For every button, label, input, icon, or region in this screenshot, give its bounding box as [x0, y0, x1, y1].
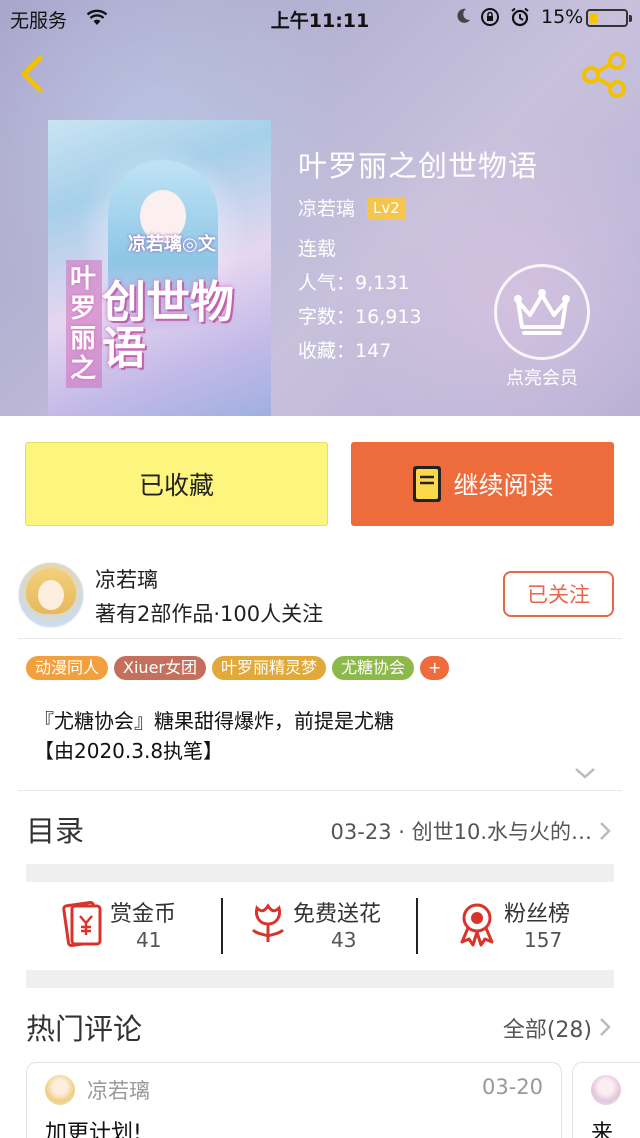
book-cover[interactable]: 凉若璃◎文 叶罗丽之 创世物语 [48, 120, 271, 416]
following-button[interactable]: 已关注 [503, 571, 614, 617]
favorited-button[interactable]: 已收藏 [25, 442, 328, 526]
fan-ranking-count: 157 [524, 928, 563, 952]
table-of-contents-row[interactable]: 目录 03-23 · 创世10.水与火的… [0, 792, 640, 864]
add-tag-button[interactable]: + [420, 656, 450, 680]
fan-ranking-button[interactable]: 粉丝榜 157 [418, 882, 614, 970]
action-bar: 已收藏 继续阅读 [0, 416, 640, 550]
stats-bar: 赏金币 41 免费送花 43 粉丝榜 157 [26, 882, 614, 970]
tag-yeluoli[interactable]: 叶罗丽精灵梦 [212, 656, 327, 680]
popularity-label: 人气： [298, 272, 356, 294]
book-popularity: 人气：9,131 [298, 268, 409, 295]
battery-percent: 15% [541, 6, 584, 28]
comment-date: 03-20 [481, 1075, 543, 1099]
book-author-line: 凉若璃 Lv2 [298, 194, 406, 221]
free-flowers-label: 免费送花 [293, 902, 382, 927]
author-row[interactable]: 凉若璃 著有2部作品·100人关注 已关注 [0, 550, 640, 640]
comment-card[interactable]: 凉若璃 03-20 加更计划! [26, 1062, 562, 1138]
favorites-label: 收藏： [298, 340, 356, 362]
battery-icon [586, 9, 632, 27]
comment-card[interactable]: 来 [572, 1062, 640, 1138]
book-favorites: 收藏：147 [298, 336, 391, 363]
vip-label: 点亮会员 [506, 368, 578, 389]
comment-avatar [591, 1075, 621, 1105]
word-count-value: 16,913 [355, 306, 422, 328]
cover-text-top: 凉若璃◎文 [128, 234, 216, 255]
word-count-label: 字数： [298, 306, 356, 328]
level-badge: Lv2 [367, 196, 406, 219]
tag-list: 动漫同人 Xiuer女团 叶罗丽精灵梦 尤糖协会 + [26, 656, 450, 680]
description-line: 『尤糖协会』糖果甜得爆炸，前提是尤糖 [34, 709, 394, 733]
all-comments-link[interactable]: 全部(28) [503, 1012, 592, 1044]
vip-button[interactable]: 点亮会员 [490, 264, 594, 394]
crown-icon [514, 289, 570, 335]
favorites-value: 147 [355, 340, 392, 362]
tag-anime[interactable]: 动漫同人 [26, 656, 109, 680]
author-avatar-face [38, 580, 64, 610]
moon-icon [457, 8, 470, 23]
share-icon[interactable] [580, 50, 630, 100]
battery-fill [590, 13, 597, 23]
section-gap [26, 970, 614, 988]
book-word-count: 字数：16,913 [298, 302, 422, 329]
author-name[interactable]: 凉若璃 [95, 564, 158, 594]
vip-ring [494, 264, 590, 360]
comment-text: 加更计划! [45, 1121, 142, 1138]
status-bar: 无服务 上午11:11 15% [0, 0, 640, 36]
tag-youtang[interactable]: 尤糖协会 [332, 656, 415, 680]
comment-author: 凉若璃 [87, 1079, 150, 1103]
alarm-icon [511, 7, 529, 27]
comment-text: 来 [591, 1121, 614, 1138]
reward-coins-count: 41 [136, 928, 162, 952]
expand-chevron-icon[interactable] [572, 764, 598, 782]
divider [18, 638, 622, 639]
reward-coins-button[interactable]: 赏金币 41 [26, 882, 222, 970]
free-flowers-count: 43 [331, 928, 357, 952]
description-line: 【由2020.3.8执笔】 [34, 739, 224, 763]
reward-coins-label: 赏金币 [110, 902, 177, 927]
book-icon [413, 466, 442, 502]
chevron-right-icon [600, 1018, 611, 1036]
comment-avatar [45, 1075, 75, 1105]
red-envelope-icon [62, 900, 102, 948]
toc-label: 目录 [26, 814, 85, 848]
cover-text-side: 叶罗丽之 [66, 260, 102, 388]
popularity-value: 9,131 [355, 272, 410, 294]
author-summary: 著有2部作品·100人关注 [95, 602, 324, 626]
book-status: 连载 [298, 238, 337, 260]
ribbon-badge-icon [460, 903, 494, 947]
section-gap [26, 864, 614, 882]
chevron-right-icon [600, 822, 611, 840]
back-chevron-icon[interactable] [14, 52, 50, 96]
divider [18, 790, 622, 791]
hot-comments-title: 热门评论 [26, 1012, 143, 1046]
battery-nub [629, 15, 632, 22]
rotation-lock-icon [481, 8, 499, 26]
continue-reading-button[interactable]: 继续阅读 [351, 442, 614, 526]
cover-text-main: 创世物语 [102, 277, 234, 374]
book-author[interactable]: 凉若璃 [298, 194, 355, 221]
hot-comments-header: 热门评论 全部(28) [0, 988, 640, 1058]
free-flowers-button[interactable]: 免费送花 43 [223, 882, 417, 970]
latest-chapter[interactable]: 03-23 · 创世10.水与火的… [331, 816, 592, 846]
continue-reading-label: 继续阅读 [453, 471, 554, 500]
book-description: 『尤糖协会』糖果甜得爆炸，前提是尤糖 【由2020.3.8执笔】 [34, 706, 394, 766]
book-title: 叶罗丽之创世物语 [298, 149, 539, 183]
flower-icon [251, 903, 285, 942]
tag-xiuer[interactable]: Xiuer女团 [114, 656, 206, 680]
fan-ranking-label: 粉丝榜 [504, 902, 571, 927]
